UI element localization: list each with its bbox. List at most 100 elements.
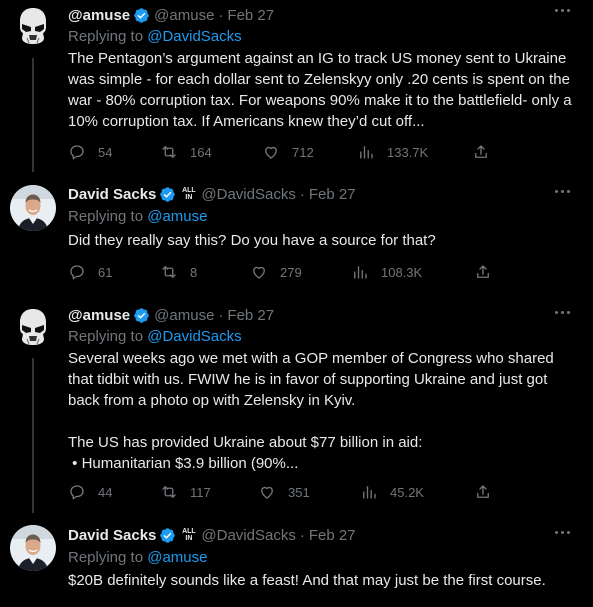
- stormtrooper-avatar: [10, 305, 56, 351]
- replying-to: Replying to @DavidSacks: [68, 328, 242, 345]
- mention-link[interactable]: @DavidSacks: [147, 28, 241, 45]
- like-icon: [261, 486, 273, 499]
- reply-button[interactable]: 61: [68, 261, 112, 283]
- avatar-davidsacks[interactable]: [10, 185, 56, 231]
- view-count: 133.7K: [387, 144, 429, 160]
- avatar-davidsacks[interactable]: [10, 525, 56, 571]
- like-icon: [265, 146, 277, 159]
- davidsacks-avatar: [10, 525, 56, 571]
- views-button[interactable]: 45.2K: [360, 481, 424, 503]
- share-icon: [475, 145, 487, 158]
- badge-line: IN: [185, 194, 193, 201]
- retweet-button[interactable]: 8: [160, 261, 197, 283]
- share-button[interactable]: [472, 141, 490, 163]
- separator-dot: ·: [299, 526, 305, 544]
- share-icon: [477, 485, 489, 498]
- retweet-icon: [162, 486, 176, 498]
- handle[interactable]: @amuse: [154, 7, 214, 24]
- tweet-amuse-2[interactable]: @amuse @amuse · Feb 27 Replying to @Davi…: [0, 301, 593, 513]
- display-name[interactable]: @amuse: [68, 7, 130, 24]
- action-bar: 54 164 712 133.7K: [68, 141, 508, 163]
- retweet-icon: [162, 146, 176, 158]
- tweet-text-paragraph: Several weeks ago we met with a GOP memb…: [68, 350, 554, 409]
- like-icon: [253, 266, 265, 279]
- tweet-header: David Sacks ALL IN @DavidSacks · Feb 27: [68, 184, 356, 204]
- allin-badge[interactable]: ALL IN: [180, 527, 197, 544]
- more-icon[interactable]: [555, 525, 573, 539]
- retweet-button[interactable]: 117: [160, 481, 211, 503]
- reply-button[interactable]: 44: [68, 481, 112, 503]
- reply-icon: [70, 265, 84, 280]
- views-button[interactable]: 133.7K: [357, 141, 428, 163]
- tweet-amuse-1[interactable]: @amuse @amuse · Feb 27 Replying to @Davi…: [0, 0, 593, 172]
- tweet-text-paragraph: The US has provided Ukraine about $77 bi…: [68, 434, 423, 451]
- tweet-text: Several weeks ago we met with a GOP memb…: [68, 348, 580, 474]
- handle[interactable]: @DavidSacks: [201, 527, 295, 544]
- verified-badge-icon: [160, 527, 176, 543]
- views-icon: [360, 146, 373, 159]
- tweet-text: Did they really say this? Do you have a …: [68, 230, 580, 251]
- retweet-count: 164: [190, 144, 212, 160]
- reply-count: 61: [98, 264, 113, 280]
- handle[interactable]: @amuse: [154, 307, 214, 324]
- reply-icon: [70, 145, 84, 160]
- tweet-text-paragraph: Did they really say this? Do you have a …: [68, 232, 436, 249]
- like-count: 279: [280, 264, 302, 280]
- timestamp[interactable]: Feb 27: [227, 7, 274, 24]
- display-name[interactable]: David Sacks: [68, 186, 156, 203]
- views-button[interactable]: 108.3K: [351, 261, 422, 283]
- avatar-amuse[interactable]: [10, 305, 56, 351]
- replying-to-label: Replying to: [68, 549, 148, 566]
- timestamp[interactable]: Feb 27: [227, 307, 274, 324]
- share-button[interactable]: [474, 261, 492, 283]
- views-icon: [363, 486, 376, 499]
- verified-badge-icon: [134, 307, 149, 323]
- separator-dot: ·: [218, 6, 224, 24]
- tweet-text-paragraph: $20B definitely sounds like a feast! And…: [68, 572, 546, 589]
- tweet-header: @amuse @amuse · Feb 27: [68, 5, 274, 25]
- handle[interactable]: @DavidSacks: [201, 186, 295, 203]
- more-icon[interactable]: [555, 305, 573, 319]
- like-button[interactable]: 351: [258, 481, 310, 503]
- verified-badge-icon: [160, 186, 176, 202]
- more-icon[interactable]: [555, 3, 573, 17]
- share-icon: [477, 265, 489, 278]
- view-count: 45.2K: [390, 484, 424, 500]
- tweet-text: $20B definitely sounds like a feast! And…: [68, 570, 580, 591]
- badge-line: ALL: [182, 187, 196, 194]
- like-button[interactable]: 712: [262, 141, 314, 163]
- retweet-icon: [162, 266, 176, 278]
- reply-icon: [70, 485, 84, 500]
- mention-link[interactable]: @DavidSacks: [147, 328, 241, 345]
- timestamp[interactable]: Feb 27: [309, 527, 356, 544]
- display-name[interactable]: @amuse: [68, 307, 130, 324]
- tweet-davidsacks-2[interactable]: David Sacks ALL IN @DavidSacks · Feb 27 R…: [0, 520, 593, 607]
- thread-line: [32, 58, 34, 172]
- tweet-header: David Sacks ALL IN @DavidSacks · Feb 27: [68, 525, 356, 545]
- reply-count: 54: [98, 144, 113, 160]
- mention-link[interactable]: @amuse: [147, 208, 207, 225]
- retweet-button[interactable]: 164: [160, 141, 212, 163]
- reply-button[interactable]: 54: [68, 141, 112, 163]
- replying-to: Replying to @amuse: [68, 208, 207, 225]
- allin-badge[interactable]: ALL IN: [180, 186, 197, 203]
- davidsacks-avatar: [10, 185, 56, 231]
- share-button[interactable]: [474, 481, 492, 503]
- avatar-amuse[interactable]: [10, 4, 56, 50]
- mention-link[interactable]: @amuse: [147, 549, 207, 566]
- badge-line: ALL: [182, 528, 196, 535]
- timestamp[interactable]: Feb 27: [309, 186, 356, 203]
- tweet-davidsacks-1[interactable]: David Sacks ALL IN @DavidSacks · Feb 27 R…: [0, 180, 593, 290]
- display-name[interactable]: David Sacks: [68, 527, 156, 544]
- more-icon[interactable]: [555, 184, 573, 198]
- action-bar: 61 8 279 108.3K: [68, 261, 508, 283]
- verified-badge-icon: [134, 7, 149, 23]
- thread-line: [32, 358, 34, 513]
- replying-to: Replying to @amuse: [68, 549, 207, 566]
- tweet-header: @amuse @amuse · Feb 27: [68, 305, 274, 325]
- replying-to-label: Replying to: [68, 328, 148, 345]
- like-count: 712: [292, 144, 314, 160]
- like-button[interactable]: 279: [250, 261, 302, 283]
- replying-to: Replying to @DavidSacks: [68, 28, 242, 45]
- view-count: 108.3K: [381, 264, 423, 280]
